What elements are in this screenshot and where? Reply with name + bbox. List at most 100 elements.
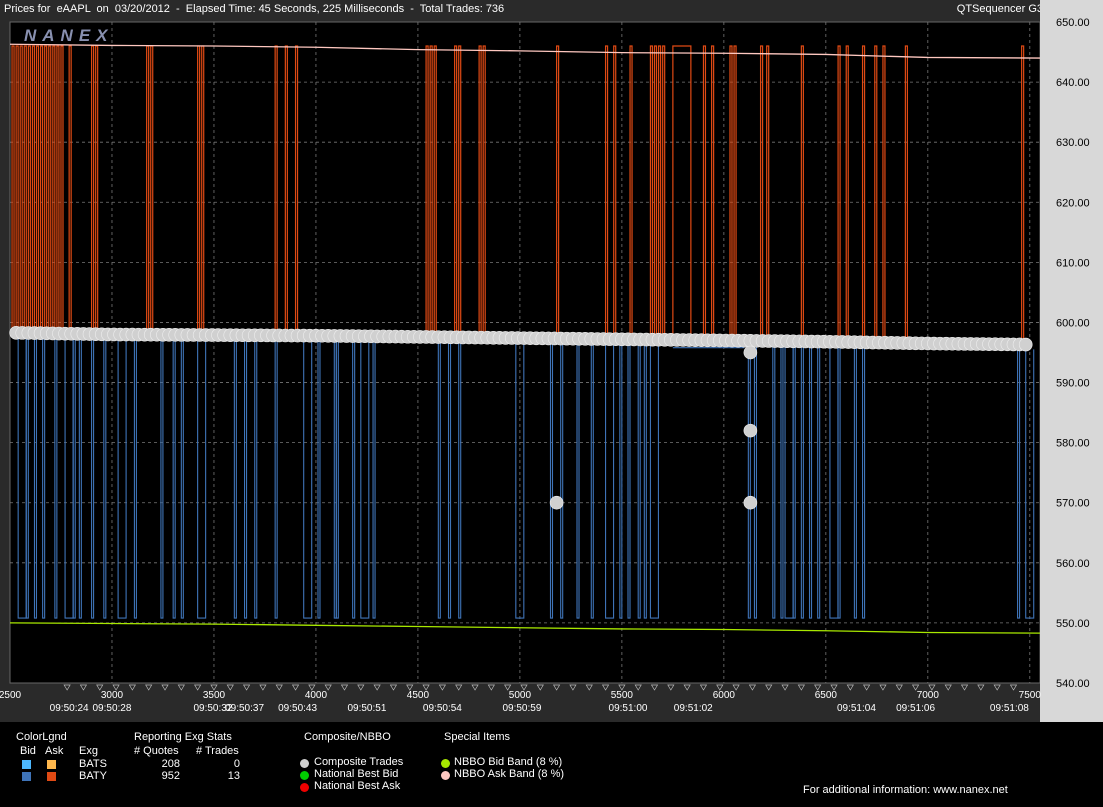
- trade-tick-marker: [128, 684, 136, 691]
- trade-tick-marker: [1009, 684, 1018, 691]
- exchange-trades: 13: [227, 770, 240, 782]
- reporting-header: Reporting Exg Stats: [134, 731, 232, 743]
- nanex-logo: NANEX: [24, 26, 114, 45]
- trade-tick-marker: [373, 684, 381, 691]
- exchange-quotes: 208: [161, 758, 180, 770]
- nbbo-ask-band-marker: [441, 771, 450, 780]
- trade-tick-marker: [667, 684, 675, 691]
- y-tick-label: 600.00: [1056, 317, 1090, 329]
- trade-tick-marker: [389, 684, 398, 691]
- x-tick-label: 7500: [1019, 690, 1042, 701]
- trade-tick-marker: [438, 684, 447, 691]
- time-label: 09:51:06: [896, 703, 935, 714]
- trade-tick-marker: [455, 684, 463, 691]
- y-tick-label: 610.00: [1056, 257, 1090, 269]
- composite-item-label: Composite Trades: [314, 756, 404, 768]
- trade-tick-marker: [748, 684, 757, 691]
- y-tick-label: 640.00: [1056, 77, 1090, 89]
- x-tick-label: 7000: [917, 690, 940, 701]
- composite-trade-point: [743, 495, 758, 510]
- exg-header: Exg: [79, 745, 98, 757]
- y-tick-label: 580.00: [1056, 438, 1090, 450]
- time-label: 09:50:43: [278, 703, 317, 714]
- trade-tick-marker: [242, 684, 251, 691]
- time-label: 09:50:59: [502, 703, 541, 714]
- trade-tick-marker: [161, 684, 169, 691]
- trade-tick-marker: [569, 684, 577, 691]
- special-item-label: NBBO Ask Band (8 %): [454, 768, 565, 780]
- time-label: 09:50:51: [347, 703, 386, 714]
- trade-tick-marker: [634, 684, 642, 691]
- y-tick-label: 630.00: [1056, 137, 1090, 149]
- time-label: 09:50:37: [225, 703, 264, 714]
- composite-item-label: National Best Ask: [314, 780, 401, 792]
- trade-tick-marker: [79, 684, 88, 691]
- trade-tick-marker: [291, 684, 300, 691]
- y-tick-label: 540.00: [1056, 678, 1090, 690]
- y-tick-label: 570.00: [1056, 498, 1090, 510]
- y-tick-label: 650.00: [1056, 17, 1090, 29]
- exchange-quotes: 952: [161, 770, 180, 782]
- trade-tick-marker: [585, 684, 593, 691]
- time-label: 09:51:02: [674, 703, 713, 714]
- trade-tick-marker: [536, 684, 544, 691]
- price-chart: 650.00 640.00 630.00 620.00 610.00 600.00 590.…: [0, 0, 1103, 722]
- x-tick-label: 6000: [713, 690, 736, 701]
- special-item-label: NBBO Bid Band (8 %): [454, 756, 563, 768]
- trade-tick-marker: [194, 684, 202, 691]
- trade-tick-marker: [601, 684, 610, 691]
- legend-panel: ColorLgnd Bid Ask Exg Reporting Exg Stat…: [0, 722, 1103, 807]
- bid-header: Bid: [20, 745, 36, 757]
- bats-bid-swatch: [22, 760, 31, 769]
- trade-tick-marker: [765, 684, 773, 691]
- trade-tick-marker: [699, 684, 708, 691]
- x-tick-label: 3000: [101, 690, 124, 701]
- composite-trade-point: [1018, 337, 1033, 352]
- baty-bid-swatch: [22, 772, 31, 781]
- x-tick-label: 3500: [203, 690, 226, 701]
- trade-tick-marker: [259, 684, 267, 691]
- bats-ask-swatch: [47, 760, 56, 769]
- time-label: 09:50:28: [93, 703, 132, 714]
- trade-tick-marker: [650, 684, 659, 691]
- y-axis-panel: [1040, 0, 1103, 722]
- composite-trade-point: [743, 345, 758, 360]
- trade-tick-marker: [977, 684, 985, 691]
- trade-tick-marker: [487, 684, 495, 691]
- trade-tick-marker: [993, 684, 1001, 691]
- trade-tick-marker: [879, 684, 887, 691]
- trade-tick-marker: [683, 684, 691, 691]
- info-text: For additional information: www.nanex.ne…: [803, 784, 1008, 796]
- time-label: 09:50:54: [423, 703, 462, 714]
- trade-tick-marker: [895, 684, 903, 691]
- baty-ask-swatch: [47, 772, 56, 781]
- color-legend-header: ColorLgnd: [16, 731, 67, 743]
- trade-tick-marker: [960, 684, 969, 691]
- x-tick-label: 5500: [611, 690, 634, 701]
- trades-header: # Trades: [196, 745, 239, 757]
- trade-tick-marker: [863, 684, 871, 691]
- exchange-name: BATS: [79, 758, 107, 770]
- quotes-header: # Quotes: [134, 745, 179, 757]
- composite-header: Composite/NBBO: [304, 731, 391, 743]
- x-tick-label: 2500: [0, 690, 22, 701]
- x-tick-label: 5000: [509, 690, 532, 701]
- y-tick-label: 560.00: [1056, 558, 1090, 570]
- x-tick-label: 6500: [815, 690, 838, 701]
- ask-header: Ask: [45, 745, 64, 757]
- trade-tick-marker: [63, 684, 71, 691]
- y-tick-label: 620.00: [1056, 197, 1090, 209]
- trade-tick-marker: [781, 684, 789, 691]
- trade-tick-marker: [471, 684, 479, 691]
- trade-tick-marker: [145, 684, 153, 691]
- composite-item-label: National Best Bid: [314, 768, 399, 780]
- trade-tick-marker: [797, 684, 805, 691]
- trade-tick-marker: [177, 684, 185, 691]
- time-label: 09:51:00: [609, 703, 648, 714]
- trade-tick-marker: [846, 684, 854, 691]
- national-best-bid-marker: [300, 771, 309, 780]
- exchange-name: BATY: [79, 770, 107, 782]
- composite-trades-marker: [300, 759, 309, 768]
- trade-tick-marker: [340, 684, 349, 691]
- national-best-ask-marker: [300, 783, 309, 792]
